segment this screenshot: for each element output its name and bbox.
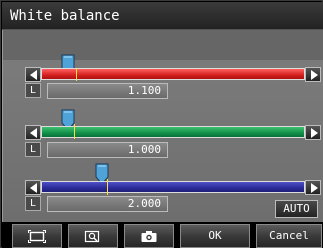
window-title: White balance: [2, 2, 323, 30]
red-slider-tick: [76, 68, 77, 81]
blue-slider-track[interactable]: [41, 181, 305, 193]
left-arrow-icon: [30, 183, 37, 193]
blue-slider-tick: [107, 179, 108, 195]
camera-icon: [141, 231, 157, 242]
ok-button[interactable]: OK: [180, 224, 250, 248]
right-arrow-icon: [311, 128, 318, 138]
channel-red: L 1.100: [3, 54, 323, 121]
zoom-button[interactable]: [68, 224, 118, 248]
bottom-toolbar: OK Cancel: [2, 222, 323, 248]
blue-value[interactable]: 2.000: [47, 196, 168, 212]
green-slider-track[interactable]: [41, 126, 305, 138]
blue-label-prefix: L: [25, 196, 41, 211]
panel-header-band: [3, 30, 323, 60]
left-arrow-icon: [30, 70, 37, 80]
red-label-prefix: L: [25, 83, 41, 98]
zoom-icon: [84, 230, 100, 243]
red-slider-track[interactable]: [41, 68, 305, 80]
channel-green: L 1.000: [3, 109, 323, 182]
green-increase-button[interactable]: [305, 125, 321, 140]
green-value[interactable]: 1.000: [47, 142, 168, 158]
white-balance-panel: L 1.100 L 1.000 L 2.000 AUTO: [2, 30, 323, 222]
green-slider-tick: [74, 124, 75, 139]
blue-decrease-button[interactable]: [25, 180, 41, 195]
green-label-prefix: L: [25, 142, 41, 157]
white-balance-dialog: White balance L 1.100 L 1.000 L 2.000 AU…: [0, 0, 323, 248]
blue-increase-button[interactable]: [305, 180, 321, 195]
red-decrease-button[interactable]: [25, 67, 41, 82]
right-arrow-icon: [311, 70, 318, 80]
camera-button[interactable]: [124, 224, 174, 248]
right-arrow-icon: [311, 183, 318, 193]
screen-frame-button[interactable]: [12, 224, 62, 248]
screen-frame-icon: [28, 230, 46, 243]
auto-button[interactable]: AUTO: [275, 200, 318, 218]
green-decrease-button[interactable]: [25, 125, 41, 140]
cancel-button[interactable]: Cancel: [256, 224, 322, 248]
red-increase-button[interactable]: [305, 67, 321, 82]
red-value[interactable]: 1.100: [47, 83, 168, 99]
left-arrow-icon: [30, 128, 37, 138]
